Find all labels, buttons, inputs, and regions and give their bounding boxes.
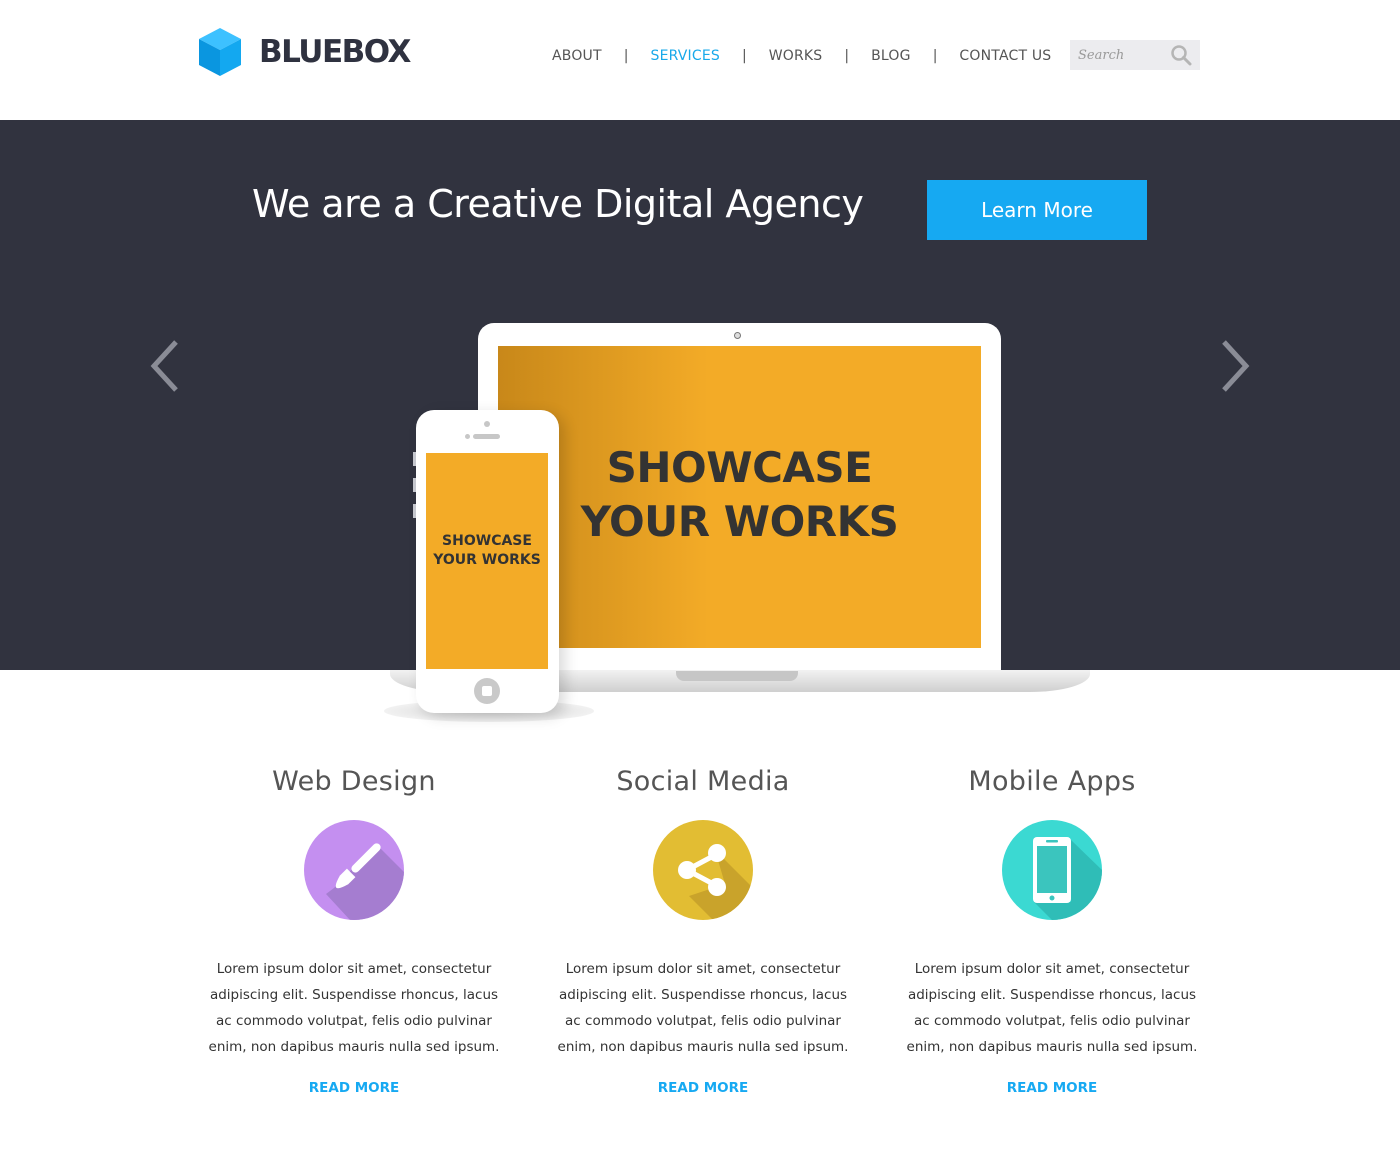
laptop-notch [676, 671, 798, 681]
learn-more-button[interactable]: Learn More [927, 180, 1147, 240]
laptop-camera [734, 332, 741, 339]
smartphone-icon [1002, 820, 1102, 920]
phone-home-button [474, 678, 500, 704]
brand-name: BLUEBOX [259, 34, 411, 70]
search-input[interactable] [1070, 40, 1166, 70]
nav-separator: | [932, 48, 938, 64]
service-title: Web Design [272, 766, 436, 797]
nav-works[interactable]: WORKS [757, 48, 835, 64]
service-description: Lorem ipsum dolor sit amet, consectetur … [208, 961, 500, 1055]
site-header: BLUEBOX ABOUT | SERVICES | WORKS | BLOG … [0, 0, 1400, 120]
read-more-link[interactable]: READ MORE [1007, 1080, 1098, 1096]
hero-title: We are a Creative Digital Agency [252, 182, 864, 226]
nav-separator: | [742, 48, 747, 64]
chevron-left-icon[interactable] [148, 338, 184, 394]
phone-sensor [465, 434, 470, 439]
phone-camera [484, 421, 490, 427]
read-more-link[interactable]: READ MORE [658, 1080, 749, 1096]
phone-text-line2: YOUR WORKS [433, 552, 541, 568]
phone-mockup: SHOWCASE YOUR WORKS [416, 410, 559, 713]
service-social-media: Social Media Lorem ipsum dolor sit amet,… [548, 760, 858, 1096]
chevron-right-icon[interactable] [1216, 338, 1252, 394]
nav-separator: | [844, 48, 850, 64]
logo[interactable]: BLUEBOX [199, 28, 411, 76]
service-web-design: Web Design Lorem ipsum dolor sit amet, c… [199, 760, 509, 1096]
phone-screen: SHOWCASE YOUR WORKS [426, 453, 548, 669]
service-description: Lorem ipsum dolor sit amet, consectetur … [906, 961, 1198, 1055]
phone-text-line1: SHOWCASE [442, 533, 532, 549]
phone-speaker [473, 434, 500, 439]
nav-services[interactable]: SERVICES [638, 48, 732, 64]
laptop-text-line1: SHOWCASE [606, 443, 873, 492]
service-mobile-apps: Mobile Apps Lorem ipsum dolor sit amet, … [897, 760, 1207, 1096]
nav-contact-us[interactable]: CONTACT US [947, 48, 1063, 64]
search-icon[interactable] [1170, 44, 1192, 66]
nav-blog[interactable]: BLOG [859, 48, 923, 64]
service-title: Social Media [616, 766, 790, 797]
paintbrush-icon [304, 820, 404, 920]
service-description: Lorem ipsum dolor sit amet, consectetur … [557, 961, 849, 1055]
nav-about[interactable]: ABOUT [540, 48, 614, 64]
nav-separator: | [623, 48, 629, 64]
service-title: Mobile Apps [968, 766, 1136, 797]
share-icon [653, 820, 753, 920]
cube-icon [199, 28, 241, 76]
read-more-link[interactable]: READ MORE [309, 1080, 400, 1096]
main-nav: ABOUT | SERVICES | WORKS | BLOG | CONTAC… [540, 44, 1063, 68]
laptop-text-line2: YOUR WORKS [580, 497, 899, 546]
laptop-screen-text: SHOWCASE YOUR WORKS [498, 441, 981, 549]
phone-screen-text: SHOWCASE YOUR WORKS [426, 532, 548, 570]
search-box [1070, 40, 1200, 70]
laptop-screen: SHOWCASE YOUR WORKS [498, 346, 981, 648]
